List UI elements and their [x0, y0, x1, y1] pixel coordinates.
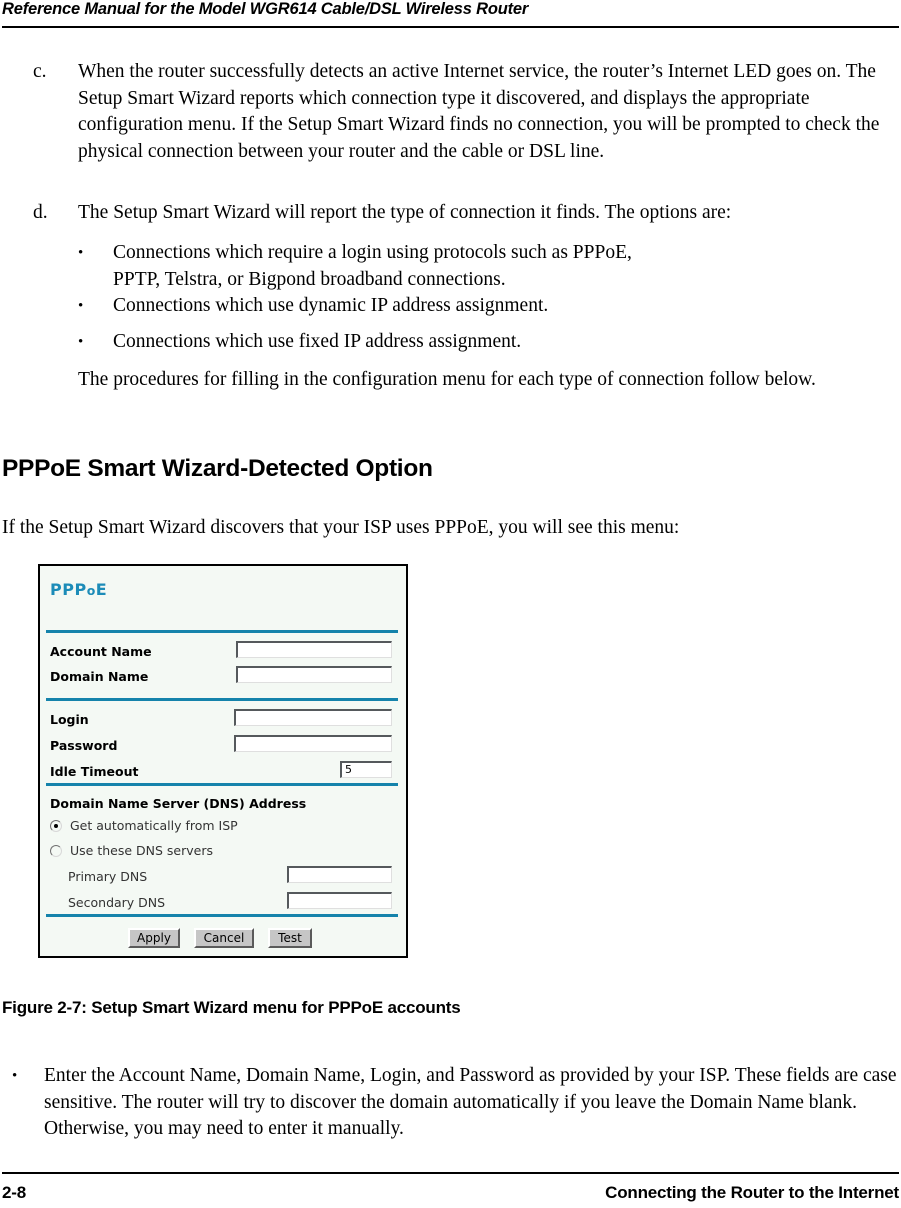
bullet-glyph: • — [78, 334, 84, 350]
section-divider-login — [46, 698, 398, 701]
footer-divider-rule — [2, 1172, 899, 1174]
section-divider-dns — [46, 783, 398, 786]
pppoe-title-part-main: PPP — [50, 580, 87, 599]
password-input[interactable] — [234, 735, 392, 752]
login-label: Login — [50, 712, 89, 727]
sub-bullet-item-3: Connections which use fixed IP address a… — [113, 331, 522, 352]
idle-timeout-label: Idle Timeout — [50, 764, 139, 779]
pppoe-panel-title: PPPoE — [50, 580, 107, 599]
dns-auto-radio-row[interactable]: Get automatically from ISP — [50, 818, 238, 833]
final-bullet-paragraph: Enter the Account Name, Domain Name, Log… — [44, 1065, 897, 1140]
test-button[interactable]: Test — [268, 928, 312, 948]
bullet-glyph: • — [78, 245, 84, 261]
login-input[interactable] — [234, 709, 392, 726]
primary-dns-label: Primary DNS — [68, 869, 148, 884]
pppoe-title-part-o: o — [86, 583, 96, 598]
primary-dns-input[interactable] — [287, 866, 392, 883]
page-section-heading: PPPoE Smart Wizard-Detected Option — [2, 455, 433, 482]
cancel-button[interactable]: Cancel — [194, 928, 254, 948]
dns-section-label: Domain Name Server (DNS) Address — [50, 796, 307, 811]
manual-title: Reference Manual for the Model WGR614 Ca… — [2, 0, 529, 18]
sub-bullet-item-1: Connections which require a login using … — [113, 242, 632, 290]
dns-manual-radio-row[interactable]: Use these DNS servers — [50, 843, 213, 858]
idle-timeout-input[interactable]: 5 — [340, 761, 392, 778]
section-intro-paragraph: If the Setup Smart Wizard discovers that… — [2, 517, 680, 538]
dns-auto-radio-label: Get automatically from ISP — [70, 818, 238, 833]
list-marker-d: d. — [33, 202, 48, 223]
secondary-dns-input[interactable] — [287, 892, 392, 909]
radio-selected-icon[interactable] — [50, 819, 62, 832]
secondary-dns-label: Secondary DNS — [68, 895, 166, 910]
apply-button[interactable]: Apply — [128, 928, 180, 948]
header-divider-rule — [2, 26, 899, 28]
footer-chapter-title: Connecting the Router to the Internet — [605, 1183, 899, 1202]
list-item-d-text: The Setup Smart Wizard will report the t… — [78, 202, 732, 223]
domain-name-input[interactable] — [236, 666, 392, 683]
domain-name-label: Domain Name — [50, 669, 149, 684]
bullet-glyph: • — [12, 1068, 18, 1084]
pppoe-title-part-e: E — [95, 580, 108, 599]
list-marker-c: c. — [33, 61, 47, 82]
password-label: Password — [50, 738, 118, 753]
figure-caption: Figure 2-7: Setup Smart Wizard menu for … — [2, 998, 461, 1017]
list-item-c-text: When the router successfully detects an … — [78, 61, 880, 162]
radio-unselected-icon[interactable] — [50, 844, 62, 857]
bullet-glyph: • — [78, 298, 84, 314]
panel-button-row: Apply Cancel Test — [128, 928, 312, 948]
sub-bullet-item-2: Connections which use dynamic IP address… — [113, 295, 549, 316]
pppoe-config-panel: PPPoE Account Name Domain Name Login Pas… — [38, 564, 408, 958]
dns-manual-radio-label: Use these DNS servers — [70, 843, 213, 858]
procedures-paragraph: The procedures for filling in the config… — [78, 369, 816, 390]
section-divider-top — [46, 630, 398, 633]
footer-page-number: 2-8 — [2, 1183, 26, 1202]
account-name-input[interactable] — [236, 641, 392, 658]
section-divider-bottom — [46, 914, 398, 917]
account-name-label: Account Name — [50, 644, 152, 659]
